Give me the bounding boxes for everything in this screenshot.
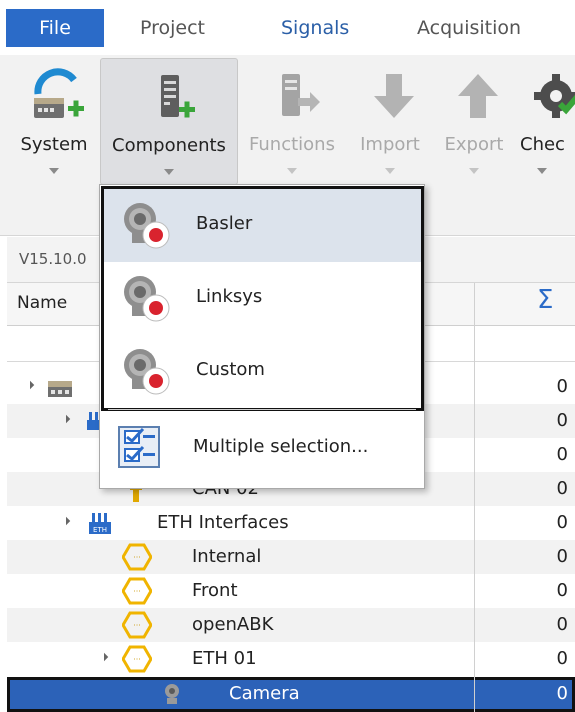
row-value: 0 xyxy=(556,444,568,465)
tree-row[interactable]: ETH ETH Interfaces 0 xyxy=(7,506,575,540)
menu-separator xyxy=(108,409,416,410)
version-label: V15.10.0 xyxy=(19,250,87,268)
tab-project[interactable]: Project xyxy=(140,9,205,47)
import-label: Import xyxy=(360,134,420,155)
row-value: 0 xyxy=(556,512,568,533)
menu-item-linksys[interactable]: Linksys xyxy=(104,262,421,335)
svg-text:···: ··· xyxy=(133,655,141,664)
components-button[interactable]: Components xyxy=(100,58,238,185)
ethernet-port-icon: ··· xyxy=(122,543,152,571)
row-label: ETH Interfaces xyxy=(157,512,289,533)
tab-signals[interactable]: Signals xyxy=(281,9,349,47)
name-column-header[interactable]: Name xyxy=(17,293,67,313)
row-label: ETH 01 xyxy=(192,648,257,669)
row-value: 0 xyxy=(556,478,568,499)
tree-row-selected[interactable]: Camera 0 xyxy=(7,677,575,712)
arrow-down-icon xyxy=(374,74,414,118)
menu-item-multiple-selection[interactable]: Multiple selection... xyxy=(101,413,421,483)
ethernet-port-icon: ··· xyxy=(122,645,152,673)
tree-row[interactable]: ··· ETH 01 0 xyxy=(7,642,575,676)
menu-item-label: Custom xyxy=(196,359,265,380)
menu-item-custom[interactable]: Custom xyxy=(104,335,421,408)
system-button[interactable]: System xyxy=(12,58,96,183)
chevron-down-icon xyxy=(287,168,297,174)
camera-record-icon xyxy=(124,203,170,249)
tree-row[interactable]: ··· openABK 0 xyxy=(7,608,575,642)
column-divider xyxy=(474,283,475,712)
menu-item-label: Basler xyxy=(196,213,253,234)
check-label: Chec xyxy=(520,134,565,155)
menu-item-basler[interactable]: Basler xyxy=(104,189,421,262)
ethernet-port-icon: ··· xyxy=(122,611,152,639)
tree-row[interactable]: ··· Internal 0 xyxy=(7,540,575,574)
check-button[interactable]: Chec xyxy=(520,58,575,183)
components-label: Components xyxy=(112,135,226,156)
import-button[interactable]: Import xyxy=(352,58,428,183)
svg-text:···: ··· xyxy=(133,553,141,562)
expand-arrow-icon[interactable] xyxy=(61,414,71,424)
row-label: Camera xyxy=(229,683,300,704)
components-dropdown-menu: Basler Linksys Custom Multiple selection… xyxy=(99,184,425,489)
menu-item-label: Multiple selection... xyxy=(193,436,369,457)
system-icon xyxy=(34,68,84,118)
eth-interfaces-icon: ETH xyxy=(89,513,111,534)
row-value: 0 xyxy=(556,410,568,431)
camera-record-icon xyxy=(124,276,170,322)
row-value: 0 xyxy=(556,376,568,397)
system-label: System xyxy=(20,134,88,155)
arrow-up-icon xyxy=(458,74,498,118)
functions-icon xyxy=(282,74,320,116)
checklist-icon xyxy=(118,426,160,468)
expand-arrow-icon[interactable] xyxy=(99,652,109,662)
expand-arrow-icon[interactable] xyxy=(25,380,35,390)
svg-text:ETH: ETH xyxy=(93,526,107,534)
sum-column-header[interactable]: Σ xyxy=(537,285,553,315)
row-value: 0 xyxy=(556,614,568,635)
row-value: 0 xyxy=(556,580,568,601)
tab-acquisition[interactable]: Acquisition xyxy=(417,9,521,47)
chevron-down-icon xyxy=(49,168,59,174)
ribbon-tab-bar: File Project Signals Acquisition xyxy=(0,0,575,55)
expand-arrow-icon[interactable] xyxy=(61,516,71,526)
gear-check-icon xyxy=(534,74,575,118)
menu-item-label: Linksys xyxy=(196,286,263,307)
svg-text:···: ··· xyxy=(133,587,141,596)
ethernet-port-icon: ··· xyxy=(122,577,152,605)
camera-icon xyxy=(165,684,179,704)
export-button[interactable]: Export xyxy=(436,58,512,183)
row-label: Internal xyxy=(192,546,262,567)
components-icon xyxy=(161,75,195,118)
svg-text:···: ··· xyxy=(133,621,141,630)
chevron-down-icon xyxy=(537,168,547,174)
row-value: 0 xyxy=(556,648,568,669)
chevron-down-icon xyxy=(469,168,479,174)
functions-label: Functions xyxy=(249,134,335,155)
tab-file[interactable]: File xyxy=(6,9,104,47)
system-icon xyxy=(48,381,72,397)
tree-row[interactable]: ··· Front 0 xyxy=(7,574,575,608)
chevron-down-icon xyxy=(385,168,395,174)
row-label: openABK xyxy=(192,614,274,635)
functions-button[interactable]: Functions xyxy=(244,58,340,183)
camera-components-group: Basler Linksys Custom xyxy=(101,186,424,411)
row-value: 0 xyxy=(556,546,568,567)
camera-record-icon xyxy=(124,349,170,395)
chevron-down-icon xyxy=(164,169,174,175)
row-label: Front xyxy=(192,580,238,601)
export-label: Export xyxy=(444,134,504,155)
row-value: 0 xyxy=(556,683,568,704)
